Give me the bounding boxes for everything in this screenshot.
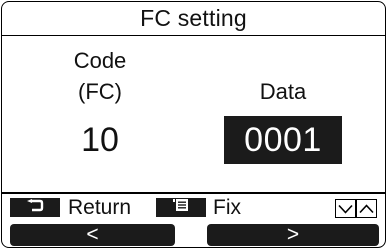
chevron-down-icon[interactable]	[335, 199, 356, 218]
fix-label: Fix	[213, 196, 241, 219]
fc-setting-screen: FC setting Code (FC) 10 Data 0001 Return	[1, 1, 386, 248]
code-label: Code (FC)	[48, 45, 152, 107]
code-label-line1: Code	[73, 48, 127, 73]
next-softkey[interactable]: >	[207, 223, 379, 246]
fix-key-badge	[156, 198, 206, 217]
button-legend: Return Fix	[2, 196, 385, 220]
previous-softkey[interactable]: <	[10, 223, 175, 246]
title-divider	[2, 35, 385, 36]
return-arrow-icon	[26, 198, 44, 217]
code-label-line2: (FC)	[78, 79, 122, 104]
return-key-badge	[10, 198, 60, 217]
chevron-up-icon[interactable]	[356, 199, 377, 218]
legend-divider	[2, 192, 385, 194]
menu-list-icon	[173, 198, 189, 217]
data-label: Data	[259, 79, 307, 104]
return-label: Return	[68, 196, 132, 219]
data-value-field[interactable]: 0001	[224, 116, 342, 164]
page-title: FC setting	[140, 5, 247, 31]
code-value[interactable]: 10	[48, 120, 152, 160]
